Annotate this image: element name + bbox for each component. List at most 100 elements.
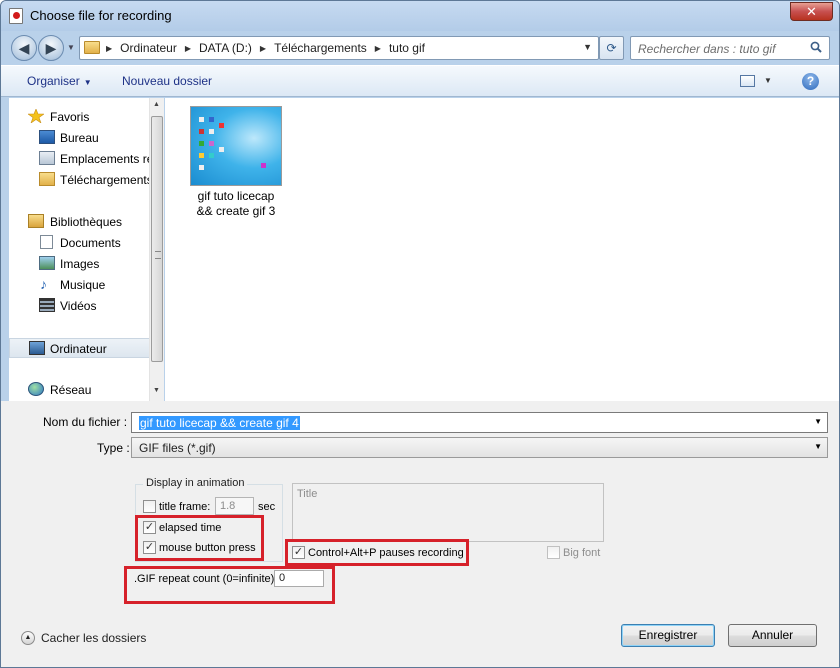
hide-folders-label: Cacher les dossiers (41, 631, 147, 645)
nav-item-label: Téléchargements (60, 173, 151, 187)
title-placeholder: Title (297, 488, 318, 500)
filetype-select[interactable]: GIF files (*.gif) ▼ (131, 437, 828, 458)
forward-arrow-icon: ▶ (45, 40, 57, 56)
navigation-scrollbar[interactable]: ▲ ▼ (149, 98, 164, 401)
chevron-right-icon[interactable]: ▶ (260, 41, 266, 57)
breadcrumb: ▶ Ordinateur ▶ DATA (D:) ▶ Téléchargemen… (106, 41, 433, 57)
highlight-box-repeat (124, 566, 335, 604)
network-icon (28, 382, 44, 396)
view-mode-icon[interactable] (740, 75, 755, 87)
file-item[interactable]: gif tuto licecap && create gif 3 (187, 106, 285, 219)
save-options-area: Nom du fichier : gif tuto licecap && cre… (1, 401, 839, 667)
folder-icon (84, 41, 100, 54)
nav-item-reseau[interactable]: Réseau (9, 380, 151, 400)
thumbnail-desktop-icon (199, 129, 204, 134)
images-icon (39, 256, 55, 270)
thumbnail-desktop-icon (209, 141, 214, 146)
gif-thumbnail (190, 106, 282, 186)
thumbnail-desktop-icon (199, 117, 204, 122)
nav-item-label: Documents (60, 236, 121, 250)
save-button[interactable]: Enregistrer (621, 624, 715, 647)
chevron-right-icon[interactable]: ▶ (375, 41, 381, 57)
star-icon (28, 109, 44, 123)
nav-item-ordinateur[interactable]: Ordinateur (9, 338, 151, 358)
view-mode-dropdown-icon[interactable]: ▼ (764, 76, 772, 85)
chevron-right-icon[interactable]: ▶ (106, 41, 112, 57)
filetype-value: GIF files (*.gif) (139, 441, 216, 455)
scroll-down-icon[interactable]: ▼ (153, 387, 160, 394)
search-icon[interactable] (810, 41, 822, 53)
nav-item-label: Réseau (50, 383, 92, 397)
cancel-button[interactable]: Annuler (728, 624, 817, 647)
thumbnail-desktop-icon (209, 129, 214, 134)
nav-item-videos[interactable]: Vidéos (9, 296, 151, 316)
display-group-title: Display in animation (143, 477, 248, 489)
file-dialog-window: Choose file for recording ✕ ◀ ▶ ▼ ▶ Ordi… (0, 0, 840, 668)
breadcrumb-item-telechargements[interactable]: Téléchargements (274, 41, 367, 57)
title-bar[interactable]: Choose file for recording ✕ (1, 1, 839, 31)
title-frame-unit: sec (258, 501, 276, 513)
big-font-checkbox[interactable] (547, 546, 560, 559)
organize-menu[interactable]: Organiser ▼ (27, 74, 92, 88)
file-list-pane[interactable]: gif tuto licecap && create gif 3 (165, 98, 839, 401)
address-bar[interactable]: ▶ Ordinateur ▶ DATA (D:) ▶ Téléchargemen… (79, 36, 599, 60)
title-frame-checkbox[interactable] (143, 500, 156, 513)
highlight-box-checkboxes (135, 515, 264, 561)
chevron-down-icon[interactable]: ▼ (814, 417, 822, 426)
chevron-down-icon: ▼ (83, 78, 92, 87)
thumbnail-desktop-icon (199, 165, 204, 170)
filename-label: Nom du fichier : (43, 415, 128, 429)
chevron-right-icon[interactable]: ▶ (185, 41, 191, 57)
window-title: Choose file for recording (30, 8, 172, 23)
thumbnail-desktop-icon (219, 123, 224, 128)
nav-item-emplacements[interactable]: Emplacements ré (9, 149, 151, 169)
computer-icon (29, 341, 45, 355)
title-frame-seconds-input[interactable]: 1.8 (215, 497, 254, 515)
scrollbar-thumb[interactable] (151, 116, 163, 362)
filetype-label: Type : (97, 441, 130, 455)
nav-item-label: Musique (60, 278, 106, 292)
search-placeholder: Rechercher dans : tuto gif (638, 42, 776, 56)
forward-button[interactable]: ▶ (38, 35, 64, 61)
nav-item-images[interactable]: Images (9, 254, 151, 274)
nav-item-bureau[interactable]: Bureau (9, 128, 151, 148)
search-input[interactable]: Rechercher dans : tuto gif (630, 36, 830, 60)
close-button[interactable]: ✕ (790, 2, 833, 21)
libraries-icon (28, 214, 44, 228)
nav-item-label: Ordinateur (50, 342, 107, 356)
thumbnail-desktop-icon (209, 117, 214, 122)
history-dropdown-icon[interactable]: ▼ (67, 43, 75, 52)
new-folder-button[interactable]: Nouveau dossier (122, 74, 212, 88)
breadcrumb-item-tuto-gif[interactable]: tuto gif (389, 41, 425, 57)
back-button[interactable]: ◀ (11, 35, 37, 61)
desktop-icon (39, 130, 55, 144)
thumbnail-desktop-icon (219, 147, 224, 152)
help-icon[interactable]: ? (802, 73, 819, 90)
nav-item-musique[interactable]: ♪ Musique (9, 275, 151, 295)
nav-item-bibliotheques[interactable]: Bibliothèques (9, 212, 151, 232)
filename-input[interactable]: gif tuto licecap && create gif 4 ▼ (131, 412, 828, 433)
thumbnail-desktop-icon (199, 153, 204, 158)
refresh-button[interactable]: ⟳ (599, 36, 624, 60)
breadcrumb-item-ordinateur[interactable]: Ordinateur (120, 41, 177, 57)
thumbnail-desktop-icon (209, 153, 214, 158)
nav-item-label: Favoris (50, 110, 90, 124)
nav-item-label: Vidéos (60, 299, 97, 313)
nav-item-documents[interactable]: Documents (9, 233, 151, 253)
command-bar: Organiser ▼ Nouveau dossier ▼ ? (1, 65, 839, 97)
chevron-down-icon[interactable]: ▼ (814, 442, 822, 451)
chevron-up-icon: ▲ (21, 631, 35, 645)
nav-item-favoris[interactable]: Favoris (9, 107, 151, 127)
thumbnail-desktop-icon (261, 163, 266, 168)
breadcrumb-item-data[interactable]: DATA (D:) (199, 41, 252, 57)
title-textarea[interactable]: Title (292, 483, 604, 542)
thumbnail-desktop-icon (199, 141, 204, 146)
scroll-up-icon[interactable]: ▲ (153, 101, 160, 108)
address-dropdown-icon[interactable]: ▼ (583, 42, 592, 52)
nav-item-telechargements[interactable]: Téléchargements (9, 170, 151, 190)
downloads-folder-icon (39, 172, 55, 186)
back-arrow-icon: ◀ (18, 40, 30, 56)
file-name-line-2: && create gif 3 (196, 204, 276, 218)
address-row: ◀ ▶ ▼ ▶ Ordinateur ▶ DATA (D:) ▶ Télécha… (1, 31, 839, 63)
organize-label: Organiser (27, 74, 80, 88)
